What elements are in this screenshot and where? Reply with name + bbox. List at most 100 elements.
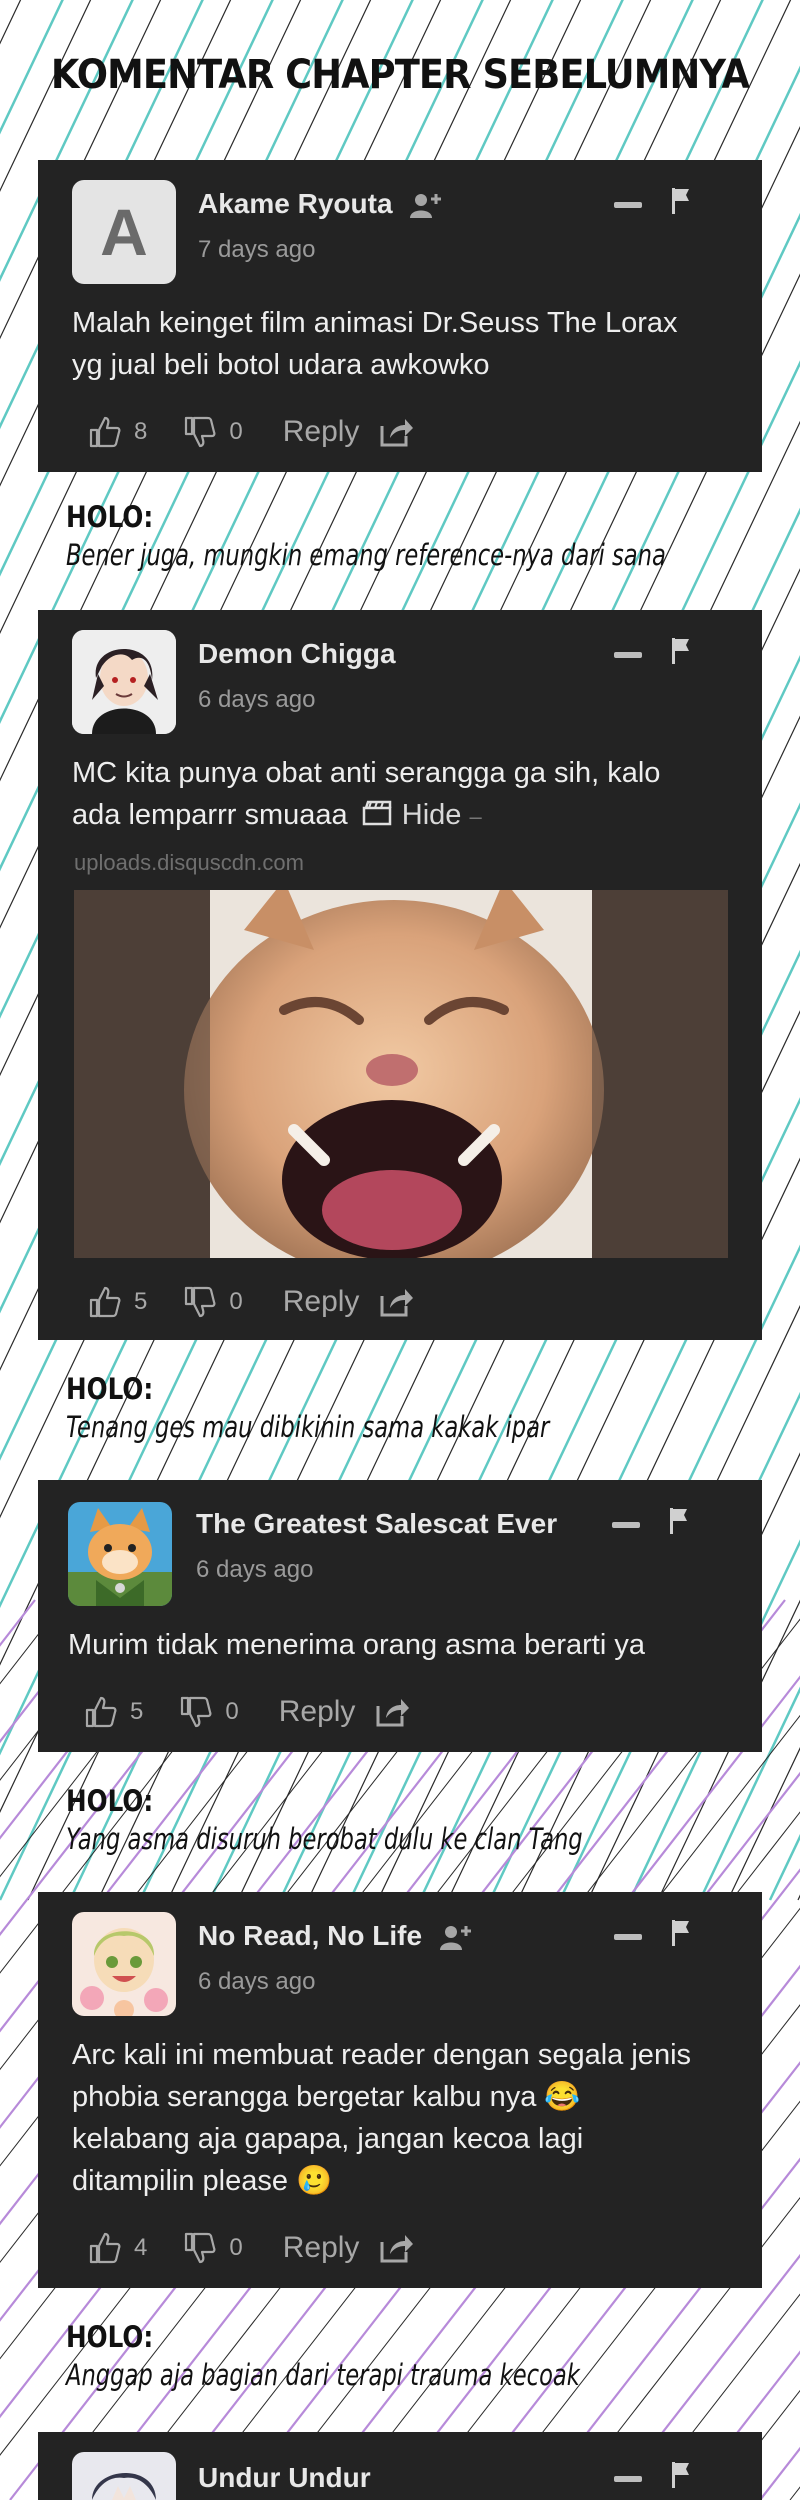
reply-button[interactable]: Reply [283, 1285, 360, 1319]
comment-author[interactable]: Akame Ryouta [198, 188, 393, 220]
avatar[interactable] [72, 630, 176, 734]
minus-icon[interactable] [614, 202, 642, 208]
upvote-count: 4 [134, 2234, 148, 2261]
comment-body-line: Malah keinget film animasi Dr.Seuss The … [72, 307, 678, 339]
reply-button[interactable]: Reply [283, 415, 360, 449]
thumbs-up-icon [89, 2232, 121, 2264]
thumbs-up-icon [89, 1286, 121, 1318]
comment-body-line: MC kita punya obat anti serangga ga sih,… [72, 757, 661, 789]
comment-body-text: ada lemparrr smuaaa [72, 799, 348, 831]
avatar-image [72, 630, 176, 734]
thumbs-up-icon [85, 1696, 117, 1728]
comment-card: Demon Chigga 6 days ago MC kita punya ob… [38, 610, 762, 1340]
reply-label: HOLO: [66, 500, 154, 534]
avatar-image [72, 1912, 176, 2016]
translator-reply: HOLO: Bener juga, mungkin emang referenc… [66, 500, 800, 572]
downvote-count: 0 [225, 1698, 239, 1725]
translator-reply: HOLO: Yang asma disuruh berobat dulu ke … [66, 1784, 728, 1856]
avatar[interactable] [72, 2452, 176, 2500]
reply-body: Bener juga, mungkin emang reference-nya … [66, 538, 666, 572]
downvote-count: 0 [229, 2234, 243, 2261]
background-stripe [759, 2446, 800, 2500]
downvote-button[interactable]: 0 [183, 1285, 243, 1319]
comment-actions: 4 0 Reply [88, 2228, 415, 2268]
thumbs-down-icon [181, 1696, 212, 1728]
upvote-count: 8 [134, 418, 148, 445]
flag-icon[interactable] [670, 186, 692, 216]
comment-body-line: ada lemparrr smuaaa Hide – [72, 794, 732, 838]
reply-body: Tenang ges mau dibikinin sama kakak ipar [66, 1410, 550, 1444]
comment-body: MC kita punya obat anti serangga ga sih,… [72, 752, 732, 838]
hide-dash: – [469, 804, 482, 829]
flag-icon[interactable] [670, 1918, 692, 1948]
reply-body: Anggap aja bagian dari terapi trauma kec… [66, 2358, 580, 2392]
reply-label: HOLO: [66, 2320, 154, 2354]
comment-body-line: phobia serangga bergetar kalbu nya 😂 [72, 2081, 581, 2113]
add-user-icon[interactable] [408, 190, 444, 220]
upvote-button[interactable]: 4 [88, 2231, 147, 2265]
downvote-count: 0 [229, 1288, 243, 1315]
share-icon[interactable] [379, 2232, 415, 2264]
share-icon[interactable] [379, 1286, 415, 1318]
avatar-image [68, 1502, 172, 1606]
comment-body: Malah keinget film animasi Dr.Seuss The … [72, 302, 732, 386]
comment-actions: 5 0 Reply [84, 1692, 411, 1732]
thumbs-down-icon [185, 416, 216, 448]
minus-icon[interactable] [614, 2476, 642, 2482]
avatar[interactable] [72, 1912, 176, 2016]
comment-author[interactable]: No Read, No Life [198, 1920, 422, 1952]
flag-icon[interactable] [668, 1506, 690, 1536]
comment-actions: 5 0 Reply [88, 1282, 415, 1322]
reply-label: HOLO: [66, 1372, 154, 1406]
comment-body-line: ditampilin please 🥲 [72, 2165, 333, 2197]
minus-icon[interactable] [614, 652, 642, 658]
avatar-image [72, 2452, 176, 2500]
comment-body: Murim tidak menerima orang asma berarti … [68, 1624, 732, 1666]
reply-button[interactable]: Reply [283, 2231, 360, 2265]
share-icon[interactable] [375, 1696, 411, 1728]
comment-body: Arc kali ini membuat reader dengan segal… [72, 2034, 732, 2202]
hide-media-link[interactable]: Hide [402, 799, 462, 831]
downvote-button[interactable]: 0 [183, 415, 243, 449]
minus-icon[interactable] [612, 1522, 640, 1528]
thumbs-up-icon [89, 416, 121, 448]
downvote-count: 0 [229, 418, 243, 445]
comment-card: No Read, No Life 6 days ago Arc kali ini… [38, 1892, 762, 2288]
upvote-button[interactable]: 8 [88, 415, 147, 449]
comment-author[interactable]: The Greatest Salescat Ever [196, 1508, 557, 1540]
reply-label: HOLO: [66, 1784, 154, 1818]
comment-body-line: Arc kali ini membuat reader dengan segal… [72, 2039, 692, 2071]
comment-author[interactable]: Undur Undur [198, 2462, 371, 2494]
upvote-button[interactable]: 5 [88, 1285, 147, 1319]
embedded-cat-image[interactable] [74, 890, 728, 1258]
translator-reply: HOLO: Anggap aja bagian dari terapi trau… [66, 2320, 725, 2392]
comment-timestamp[interactable]: 7 days ago [198, 236, 315, 264]
comment-card: A Akame Ryouta 7 days ago Malah keinget … [38, 160, 762, 472]
upvote-count: 5 [130, 1698, 144, 1725]
upvote-count: 5 [134, 1288, 148, 1315]
cat-meme-image [74, 890, 728, 1258]
share-icon[interactable] [379, 416, 415, 448]
avatar[interactable] [68, 1502, 172, 1606]
background-stripe [0, 0, 40, 1900]
image-icon [362, 800, 391, 826]
upload-source-link[interactable]: uploads.disquscdn.com [74, 850, 304, 876]
comment-author[interactable]: Demon Chigga [198, 638, 396, 670]
background-stripe [789, 2486, 800, 2500]
thumbs-down-icon [185, 2232, 216, 2264]
add-user-icon[interactable] [438, 1922, 474, 1952]
downvote-button[interactable]: 0 [183, 2231, 243, 2265]
flag-icon[interactable] [670, 2460, 692, 2490]
page-title: KOMENTAR CHAPTER SEBELUMNYA [50, 52, 750, 98]
flag-icon[interactable] [670, 636, 692, 666]
avatar[interactable]: A [72, 180, 176, 284]
thumbs-down-icon [185, 1286, 216, 1318]
translator-reply: HOLO: Tenang ges mau dibikinin sama kaka… [66, 1372, 686, 1444]
comment-timestamp[interactable]: 6 days ago [198, 1968, 315, 1996]
comment-timestamp[interactable]: 6 days ago [196, 1556, 313, 1584]
reply-button[interactable]: Reply [279, 1695, 356, 1729]
upvote-button[interactable]: 5 [84, 1695, 143, 1729]
minus-icon[interactable] [614, 1934, 642, 1940]
comment-timestamp[interactable]: 6 days ago [198, 686, 315, 714]
downvote-button[interactable]: 0 [179, 1695, 239, 1729]
